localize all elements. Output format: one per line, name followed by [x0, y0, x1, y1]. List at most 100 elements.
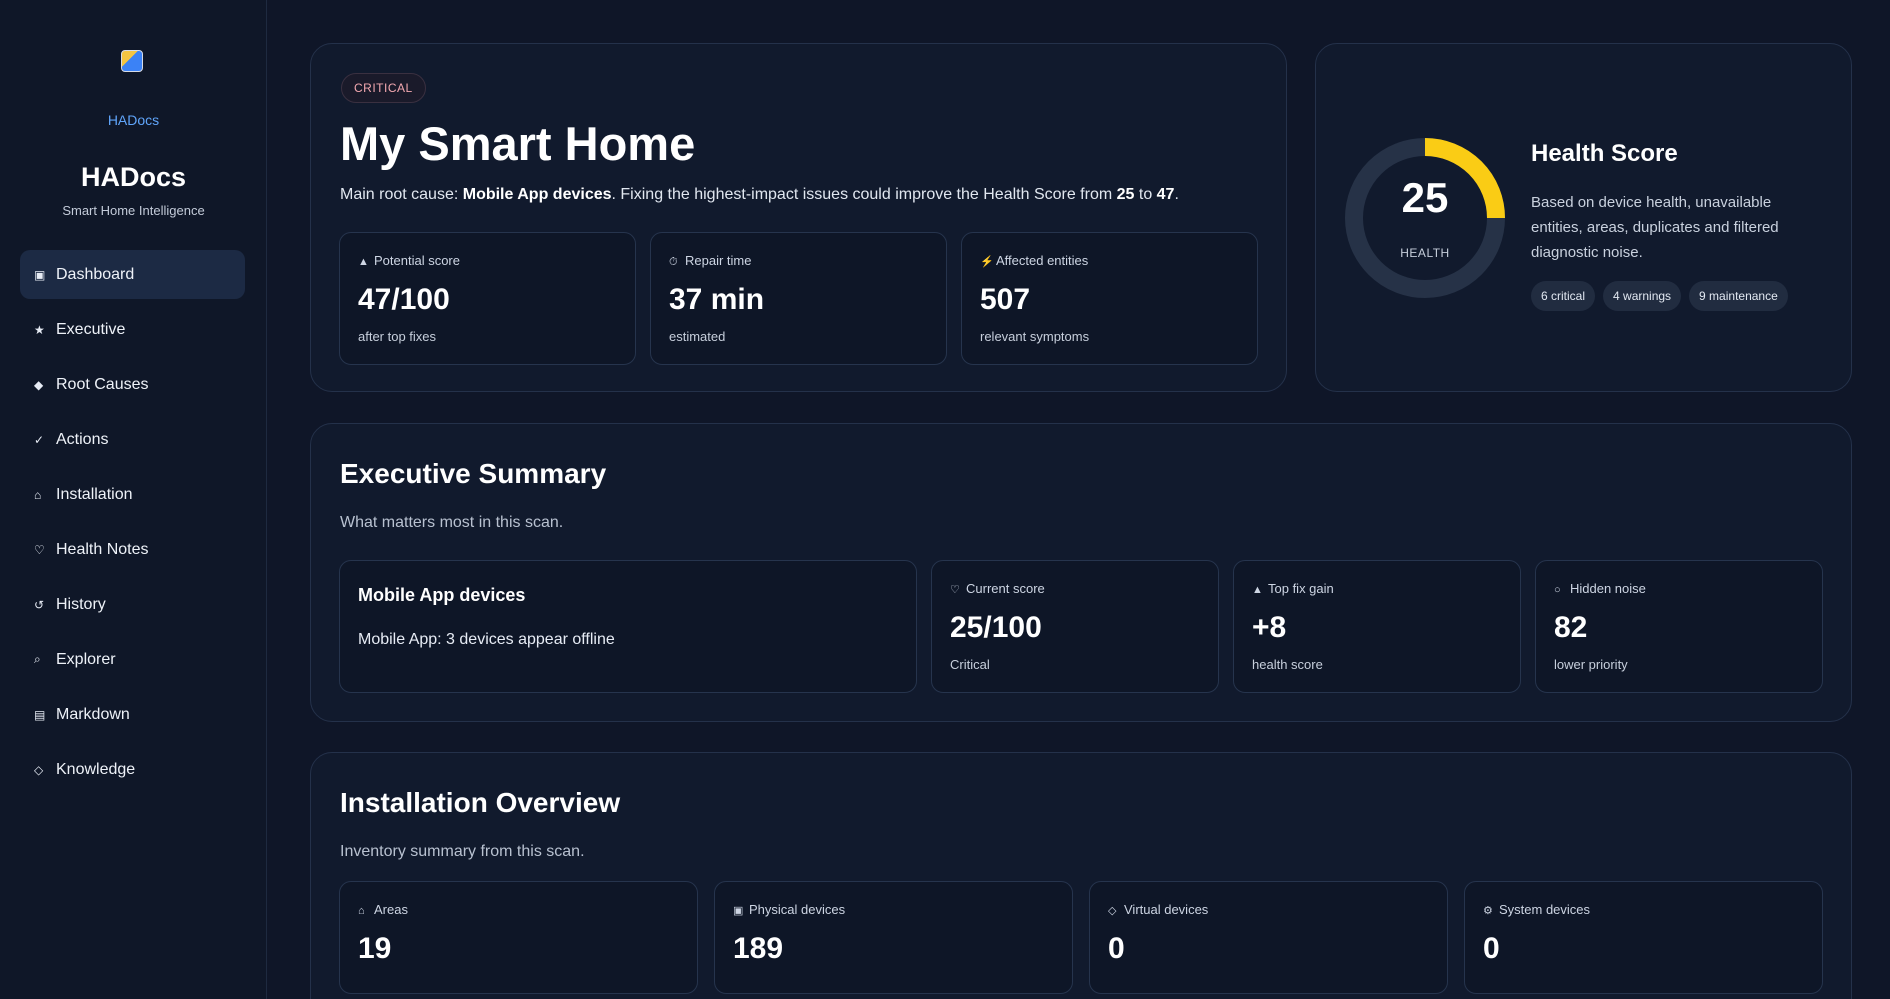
document-icon: ▤	[34, 707, 46, 722]
card-value: 0	[1108, 932, 1125, 965]
warnings-count-tag[interactable]: 4 warnings	[1603, 281, 1682, 311]
desc-root-cause: Mobile App devices	[462, 186, 612, 203]
card-sub: relevant symptoms	[980, 329, 1090, 344]
hidden-noise-card: ○ Hidden noise 82 lower priority	[1535, 560, 1823, 693]
sidebar-item-label: Explorer	[56, 650, 116, 668]
physical-devices-card: ▣ Physical devices 189	[714, 881, 1073, 994]
card-value: 82	[1554, 611, 1588, 644]
sidebar-item-explorer[interactable]: ⌕ Explorer	[20, 635, 245, 684]
search-icon: ⌕	[34, 652, 41, 666]
card-label: ▲ Potential score	[358, 253, 460, 268]
sidebar-item-label: Installation	[56, 485, 133, 503]
sidebar-item-root-causes[interactable]: ◆ Root Causes	[20, 360, 245, 409]
heart-icon: ♡	[950, 584, 960, 596]
section-subtitle: What matters most in this scan.	[340, 514, 564, 531]
brand-tagline: Smart Home Intelligence	[62, 203, 205, 218]
timer-icon: ⏱	[669, 256, 678, 268]
card-label: ⚡ Affected entities	[980, 253, 1088, 268]
sidebar-item-label: Executive	[56, 320, 126, 338]
card-label-text: Areas	[374, 902, 408, 917]
star-icon: ★	[34, 322, 45, 337]
sidebar-item-installation[interactable]: ⌂ Installation	[20, 470, 245, 519]
card-value: 47/100	[358, 283, 450, 316]
areas-card: ⌂ Areas 19	[339, 881, 698, 994]
card-value: 19	[358, 932, 392, 965]
diamond-icon: ◆	[34, 377, 44, 392]
card-label: ♡ Current score	[950, 581, 1045, 596]
triangle-icon: ▲	[1252, 584, 1263, 596]
system-devices-card: ⚙ System devices 0	[1464, 881, 1823, 994]
health-score-panel: 25 HEALTH Health Score Based on device h…	[1315, 43, 1852, 392]
sidebar-item-executive[interactable]: ★ Executive	[20, 305, 245, 354]
status-badge: CRITICAL	[341, 73, 426, 103]
app-logo	[121, 50, 143, 72]
card-label: ○ Hidden noise	[1554, 581, 1646, 596]
section-title: Executive Summary	[340, 458, 607, 489]
section-subtitle: Inventory summary from this scan.	[340, 843, 585, 860]
card-sub: lower priority	[1554, 657, 1628, 672]
card-label: ⌂ Areas	[358, 902, 408, 917]
sidebar-item-label: Dashboard	[56, 265, 135, 283]
desc-middle: . Fixing the highest-impact issues could…	[611, 186, 1117, 203]
card-value: +8	[1252, 611, 1287, 644]
sidebar-item-knowledge[interactable]: ◇ Knowledge	[20, 745, 245, 794]
sidebar-item-markdown[interactable]: ▤ Markdown	[20, 690, 245, 739]
potential-score-card: ▲ Potential score 47/100 after top fixes	[339, 232, 636, 365]
sidebar-item-label: Markdown	[56, 705, 130, 723]
card-label: ▲ Top fix gain	[1252, 581, 1334, 596]
health-score-description: Based on device health, unavailable enti…	[1531, 194, 1779, 261]
card-label-text: Top fix gain	[1268, 581, 1334, 596]
installation-overview-panel: Installation Overview Inventory summary …	[310, 752, 1852, 999]
card-value: 25/100	[950, 611, 1042, 644]
card-label-text: Virtual devices	[1124, 902, 1209, 917]
sidebar-item-history[interactable]: ↺ History	[20, 580, 245, 629]
sidebar-item-actions[interactable]: ✓ Actions	[20, 415, 245, 464]
affected-entities-card: ⚡ Affected entities 507 relevant symptoms	[961, 232, 1258, 365]
card-label-text: Current score	[966, 581, 1045, 596]
card-sub: estimated	[669, 329, 726, 344]
sidebar-item-label: Health Notes	[56, 540, 149, 558]
sidebar-item-dashboard[interactable]: ▣ Dashboard	[20, 250, 245, 299]
card-sub: Critical	[950, 657, 990, 672]
critical-count-tag[interactable]: 6 critical	[1531, 281, 1596, 311]
diamond-outline-icon: ◇	[1108, 905, 1117, 917]
lightning-icon: ⚡	[980, 256, 994, 268]
card-value: 507	[980, 283, 1031, 316]
sidebar: HADocs HADocs Smart Home Intelligence ▣ …	[0, 0, 267, 999]
logo-caption: HADocs	[107, 112, 160, 128]
health-tags: 6 critical 4 warnings 9 maintenance	[1531, 281, 1788, 311]
health-score-title: Health Score	[1531, 140, 1678, 167]
sidebar-item-label: Knowledge	[56, 760, 136, 778]
card-label-text: Hidden noise	[1570, 581, 1646, 596]
desc-prefix: Main root cause:	[340, 186, 463, 203]
diamond-outline-icon: ◇	[34, 762, 44, 777]
card-sub: health score	[1252, 657, 1323, 672]
card-label: ◇ Virtual devices	[1108, 902, 1208, 917]
repair-time-card: ⏱ Repair time 37 min estimated	[650, 232, 947, 365]
card-label-text: Affected entities	[996, 253, 1089, 268]
virtual-devices-card: ◇ Virtual devices 0	[1089, 881, 1448, 994]
card-value: 37 min	[669, 283, 765, 316]
home-icon: ⌂	[358, 905, 365, 917]
card-label-text: Repair time	[685, 253, 752, 268]
card-label: ⚙ System devices	[1483, 902, 1590, 917]
check-icon: ✓	[34, 432, 45, 447]
desc-to: to	[1134, 186, 1157, 203]
home-icon: ⌂	[34, 487, 42, 502]
card-label: ⏱ Repair time	[669, 253, 751, 269]
card-label-text: Physical devices	[749, 902, 846, 917]
hero-panel: CRITICAL My Smart Home Main root cause: …	[310, 43, 1287, 392]
sidebar-item-health-notes[interactable]: ♡ Health Notes	[20, 525, 245, 574]
card-value: 0	[1483, 932, 1500, 965]
sidebar-item-label: History	[56, 595, 106, 613]
maintenance-count-tag[interactable]: 9 maintenance	[1689, 281, 1788, 311]
sidebar-nav: ▣ Dashboard ★ Executive ◆ Root Causes ✓ …	[20, 250, 245, 800]
page-title: My Smart Home	[340, 117, 696, 170]
card-label-text: System devices	[1499, 902, 1591, 917]
root-cause-card[interactable]: Mobile App devices Mobile App: 3 devices…	[339, 560, 917, 693]
card-sub: after top fixes	[358, 329, 437, 344]
brand-name: HADocs	[80, 162, 187, 192]
gear-icon: ⚙	[1483, 905, 1493, 917]
desc-score-to: 47	[1156, 186, 1175, 203]
desc-end: .	[1174, 186, 1179, 203]
